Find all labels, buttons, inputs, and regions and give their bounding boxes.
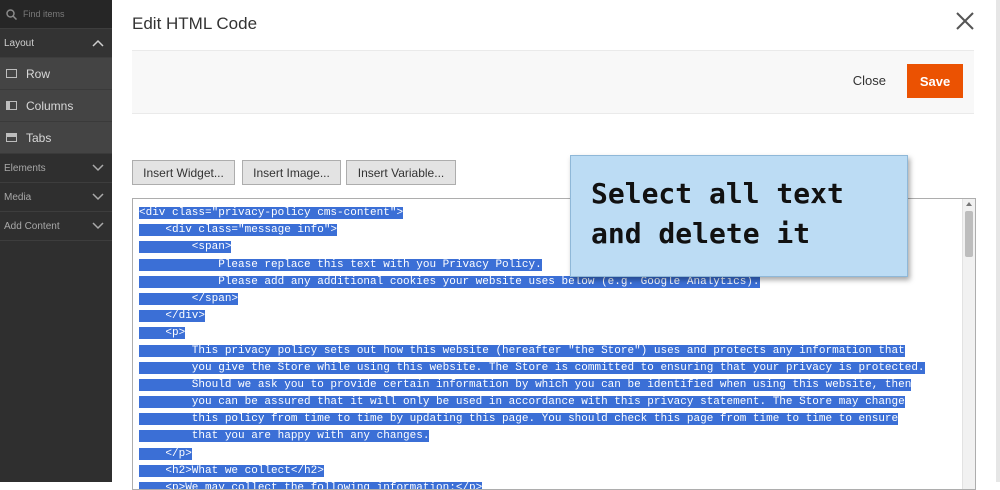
search-icon <box>6 8 17 20</box>
scroll-up-icon[interactable] <box>966 202 972 206</box>
selected-text: you give the Store while using this webs… <box>139 361 925 374</box>
sidebar-item-label: Tabs <box>26 130 52 145</box>
code-line: </span> <box>139 291 925 308</box>
close-icon[interactable] <box>954 10 976 32</box>
selected-text: that you are happy with any changes. <box>139 430 430 443</box>
selected-text: <div class="message info"> <box>139 224 338 237</box>
code-line: </div> <box>139 308 925 325</box>
selected-text: <h2>What we collect</h2> <box>139 464 324 477</box>
insert-image-button[interactable]: Insert Image... <box>242 160 341 185</box>
find-items-search[interactable]: Find items <box>0 0 112 29</box>
sidebar-section-media[interactable]: Media <box>0 183 112 212</box>
selected-text: <p>We may collect the following informat… <box>139 482 483 489</box>
page-scrollbar-edge <box>996 0 1000 482</box>
code-line: Should we ask you to provide certain inf… <box>139 377 925 394</box>
sidebar-item-row[interactable]: Row <box>0 58 112 90</box>
selected-text: </div> <box>139 310 206 323</box>
chevron-up-icon <box>92 39 104 47</box>
selected-text: This privacy policy sets out how this we… <box>139 344 905 357</box>
insert-widget-button[interactable]: Insert Widget... <box>132 160 235 185</box>
selected-text: </span> <box>139 292 239 305</box>
instruction-callout: Select all text and delete it <box>570 155 908 277</box>
code-line: </p> <box>139 446 925 463</box>
search-placeholder: Find items <box>23 9 65 19</box>
insert-variable-button[interactable]: Insert Variable... <box>346 160 456 185</box>
sidebar-item-tabs[interactable]: Tabs <box>0 122 112 154</box>
sidebar-section-add-content[interactable]: Add Content <box>0 212 112 241</box>
sidebar-item-label: Columns <box>26 98 74 113</box>
selected-text: you can be assured that it will only be … <box>139 396 905 409</box>
selected-text: Please replace this text with you Privac… <box>139 258 542 271</box>
selected-text: <div class="privacy-policy cms-content"> <box>139 207 404 219</box>
modal-actions-bar: Close Save <box>132 50 974 114</box>
chevron-down-icon <box>92 222 104 230</box>
code-line: you give the Store while using this webs… <box>139 360 925 377</box>
selected-text: Please add any additional cookies your w… <box>139 275 760 288</box>
selected-text: Should we ask you to provide certain inf… <box>139 378 912 391</box>
selected-text: </p> <box>139 447 192 460</box>
chevron-down-icon <box>92 164 104 172</box>
sidebar-section-layout[interactable]: Layout <box>0 29 112 58</box>
sidebar-item-label: Row <box>26 66 51 81</box>
section-label: Media <box>4 191 32 203</box>
scroll-thumb[interactable] <box>965 211 973 257</box>
tabs-icon <box>6 133 17 142</box>
close-button[interactable]: Close <box>853 73 886 88</box>
selected-text: <span> <box>139 241 232 254</box>
code-line: <h2>What we collect</h2> <box>139 463 925 480</box>
sidebar-section-elements[interactable]: Elements <box>0 154 112 183</box>
row-icon <box>6 69 17 78</box>
code-line: This privacy policy sets out how this we… <box>139 343 925 360</box>
callout-line: Select all text <box>591 177 844 210</box>
section-label: Layout <box>4 37 35 49</box>
code-line: you can be assured that it will only be … <box>139 394 925 411</box>
callout-line: and delete it <box>591 217 811 250</box>
sidebar-item-columns[interactable]: Columns <box>0 90 112 122</box>
section-label: Add Content <box>4 220 60 232</box>
save-button[interactable]: Save <box>907 64 963 98</box>
code-line: <p> <box>139 325 925 342</box>
section-label: Elements <box>4 162 46 174</box>
code-line: this policy from time to time by updatin… <box>139 411 925 428</box>
editor-scrollbar[interactable] <box>962 199 975 489</box>
modal-title: Edit HTML Code <box>132 14 258 33</box>
columns-icon <box>6 101 17 110</box>
selected-text: this policy from time to time by updatin… <box>139 413 899 426</box>
selected-text: <p> <box>139 327 186 340</box>
chevron-down-icon <box>92 193 104 201</box>
left-sidebar: Find items Layout Row Columns Tabs Eleme… <box>0 0 112 482</box>
code-line: that you are happy with any changes. <box>139 428 925 445</box>
